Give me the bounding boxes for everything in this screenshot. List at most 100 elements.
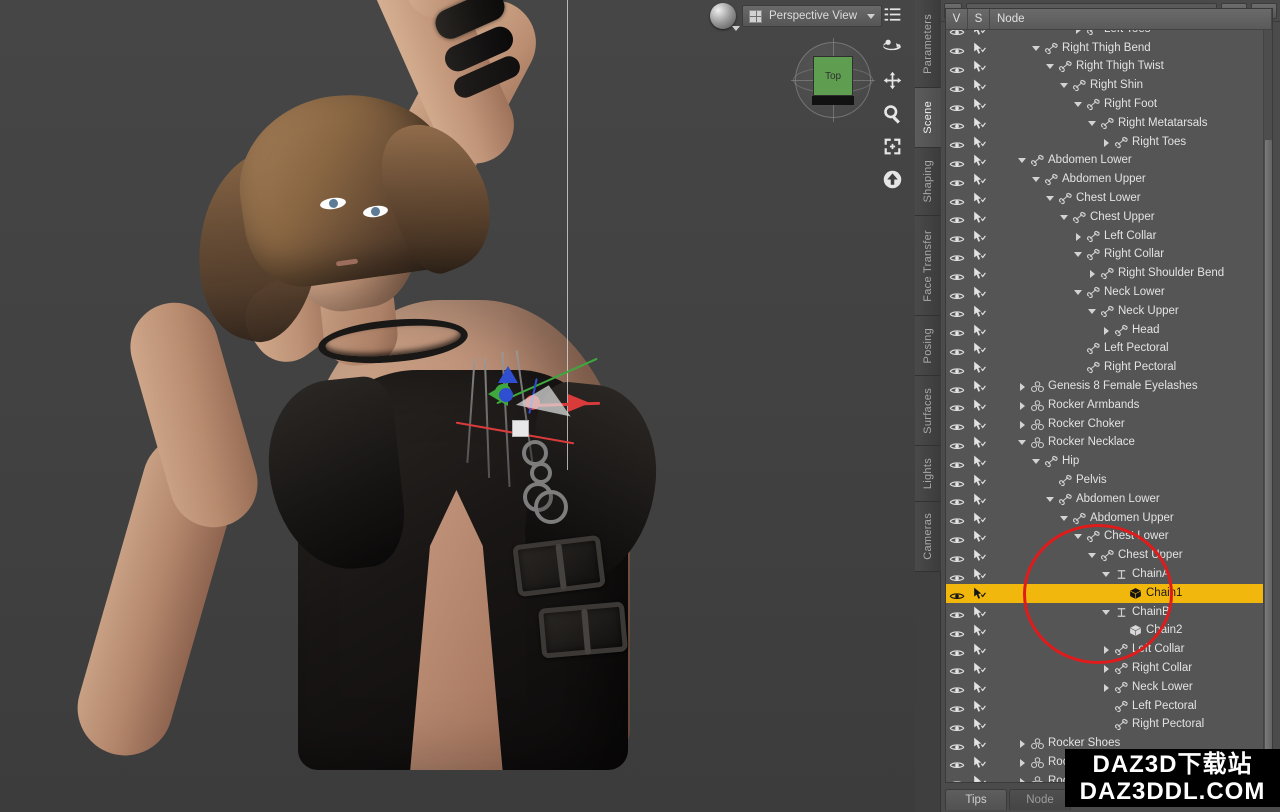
visibility-toggle[interactable] xyxy=(946,250,968,260)
tree-row[interactable]: Abdomen Lower xyxy=(946,490,1263,509)
tree-node-cell[interactable]: Right Toes xyxy=(990,136,1263,149)
tree-row[interactable]: Chest Lower xyxy=(946,189,1263,208)
tree-row[interactable]: Rocker Choker xyxy=(946,415,1263,434)
expand-collapse-icon[interactable] xyxy=(1074,532,1083,541)
selectability-toggle[interactable] xyxy=(968,30,990,36)
expand-collapse-icon[interactable] xyxy=(1018,401,1027,410)
visibility-toggle[interactable] xyxy=(946,776,968,782)
tree-node-cell[interactable]: Chest Upper xyxy=(990,549,1263,562)
selectability-toggle[interactable] xyxy=(968,587,990,600)
tree-row[interactable]: Right Pectoral xyxy=(946,358,1263,377)
gizmo-z-arrow[interactable] xyxy=(498,366,518,383)
expand-collapse-icon[interactable] xyxy=(1102,664,1111,673)
tree-row[interactable]: Neck Lower xyxy=(946,678,1263,697)
tree-row[interactable]: Right Collar xyxy=(946,659,1263,678)
tree-node-cell[interactable]: Head xyxy=(990,324,1263,337)
panel-tab-lights[interactable]: Lights xyxy=(915,446,941,502)
tree-row[interactable]: Hip xyxy=(946,452,1263,471)
tree-row[interactable]: Right Toes xyxy=(946,133,1263,152)
scene-tree-scrollbar[interactable] xyxy=(1263,30,1272,782)
tree-row[interactable]: Left Collar xyxy=(946,640,1263,659)
selectability-toggle[interactable] xyxy=(968,154,990,167)
tree-row[interactable]: Chest Lower xyxy=(946,528,1263,547)
expand-collapse-icon[interactable] xyxy=(1102,645,1111,654)
selectability-toggle[interactable] xyxy=(968,380,990,393)
visibility-toggle[interactable] xyxy=(946,288,968,298)
expand-collapse-icon[interactable] xyxy=(1074,30,1083,34)
expand-collapse-icon[interactable] xyxy=(1060,81,1069,90)
tree-node-cell[interactable]: Right Shin xyxy=(990,79,1263,92)
selectability-toggle[interactable] xyxy=(968,643,990,656)
tree-row[interactable]: Right Thigh Bend xyxy=(946,39,1263,58)
expand-collapse-icon[interactable] xyxy=(1032,175,1041,184)
selectability-toggle[interactable] xyxy=(968,192,990,205)
tree-row[interactable]: Pelvis xyxy=(946,471,1263,490)
tree-node-cell[interactable]: Left Collar xyxy=(990,643,1263,656)
expand-collapse-icon[interactable] xyxy=(1046,495,1055,504)
pan-icon[interactable] xyxy=(880,68,904,92)
tree-node-cell[interactable]: Right Thigh Bend xyxy=(990,42,1263,55)
tree-node-cell[interactable]: Pelvis xyxy=(990,474,1263,487)
selectability-toggle[interactable] xyxy=(968,305,990,318)
selectability-toggle[interactable] xyxy=(968,286,990,299)
expand-collapse-icon[interactable] xyxy=(1074,288,1083,297)
tree-row[interactable]: Rocker Armbands xyxy=(946,396,1263,415)
selectability-toggle[interactable] xyxy=(968,117,990,130)
selectability-toggle[interactable] xyxy=(968,173,990,186)
tree-node-cell[interactable]: Right Foot xyxy=(990,98,1263,111)
visibility-toggle[interactable] xyxy=(946,81,968,91)
tree-row[interactable]: Abdomen Upper xyxy=(946,170,1263,189)
reset-icon[interactable] xyxy=(880,167,904,191)
selectability-toggle[interactable] xyxy=(968,606,990,619)
visibility-toggle[interactable] xyxy=(946,212,968,222)
selectability-toggle[interactable] xyxy=(968,718,990,731)
expand-collapse-icon[interactable] xyxy=(1088,551,1097,560)
tree-row[interactable]: ChainB xyxy=(946,603,1263,622)
selectability-toggle[interactable] xyxy=(968,79,990,92)
expand-collapse-icon[interactable] xyxy=(1102,570,1111,579)
tree-node-cell[interactable]: Left Collar xyxy=(990,230,1263,243)
tree-node-cell[interactable]: Rocker Shoes xyxy=(990,737,1263,750)
expand-collapse-icon[interactable] xyxy=(1018,739,1027,748)
selectability-toggle[interactable] xyxy=(968,342,990,355)
expand-collapse-icon[interactable] xyxy=(1074,100,1083,109)
expand-collapse-icon[interactable] xyxy=(1018,438,1027,447)
tree-row[interactable]: Chest Upper xyxy=(946,208,1263,227)
expand-collapse-icon[interactable] xyxy=(1102,608,1111,617)
selectability-toggle[interactable] xyxy=(968,361,990,374)
tree-node-cell[interactable]: Right Collar xyxy=(990,662,1263,675)
selectability-toggle[interactable] xyxy=(968,474,990,487)
view-options-icon[interactable] xyxy=(880,2,904,26)
visibility-toggle[interactable] xyxy=(946,269,968,279)
visibility-toggle[interactable] xyxy=(946,194,968,204)
tree-row[interactable]: Right Foot xyxy=(946,95,1263,114)
visibility-toggle[interactable] xyxy=(946,438,968,448)
view-orientation-cube[interactable]: Top xyxy=(795,42,871,118)
frame-icon[interactable] xyxy=(880,134,904,158)
visibility-toggle[interactable] xyxy=(946,532,968,542)
visibility-toggle[interactable] xyxy=(946,382,968,392)
selectability-toggle[interactable] xyxy=(968,775,990,782)
selectability-toggle[interactable] xyxy=(968,42,990,55)
tree-node-cell[interactable]: Chain1 xyxy=(990,587,1263,600)
visibility-toggle[interactable] xyxy=(946,400,968,410)
tree-node-cell[interactable]: Chest Lower xyxy=(990,530,1263,543)
tree-node-cell[interactable]: Neck Lower xyxy=(990,286,1263,299)
visibility-toggle[interactable] xyxy=(946,231,968,241)
column-header-node[interactable]: Node xyxy=(990,9,1272,29)
visibility-toggle[interactable] xyxy=(946,419,968,429)
tree-node-cell[interactable]: Genesis 8 Female Eyelashes xyxy=(990,380,1263,393)
tree-node-cell[interactable]: Chain2 xyxy=(990,624,1263,637)
tree-node-cell[interactable]: Rocker Necklace xyxy=(990,436,1263,449)
selectability-toggle[interactable] xyxy=(968,493,990,506)
visibility-toggle[interactable] xyxy=(946,175,968,185)
zoom-icon[interactable] xyxy=(880,101,904,125)
selectability-toggle[interactable] xyxy=(968,530,990,543)
selectability-toggle[interactable] xyxy=(968,230,990,243)
visibility-toggle[interactable] xyxy=(946,720,968,730)
selectability-toggle[interactable] xyxy=(968,512,990,525)
expand-collapse-icon[interactable] xyxy=(1102,138,1111,147)
tree-node-cell[interactable]: Right Pectoral xyxy=(990,718,1263,731)
tree-row[interactable]: Right Shoulder Bend xyxy=(946,264,1263,283)
selectability-toggle[interactable] xyxy=(968,211,990,224)
